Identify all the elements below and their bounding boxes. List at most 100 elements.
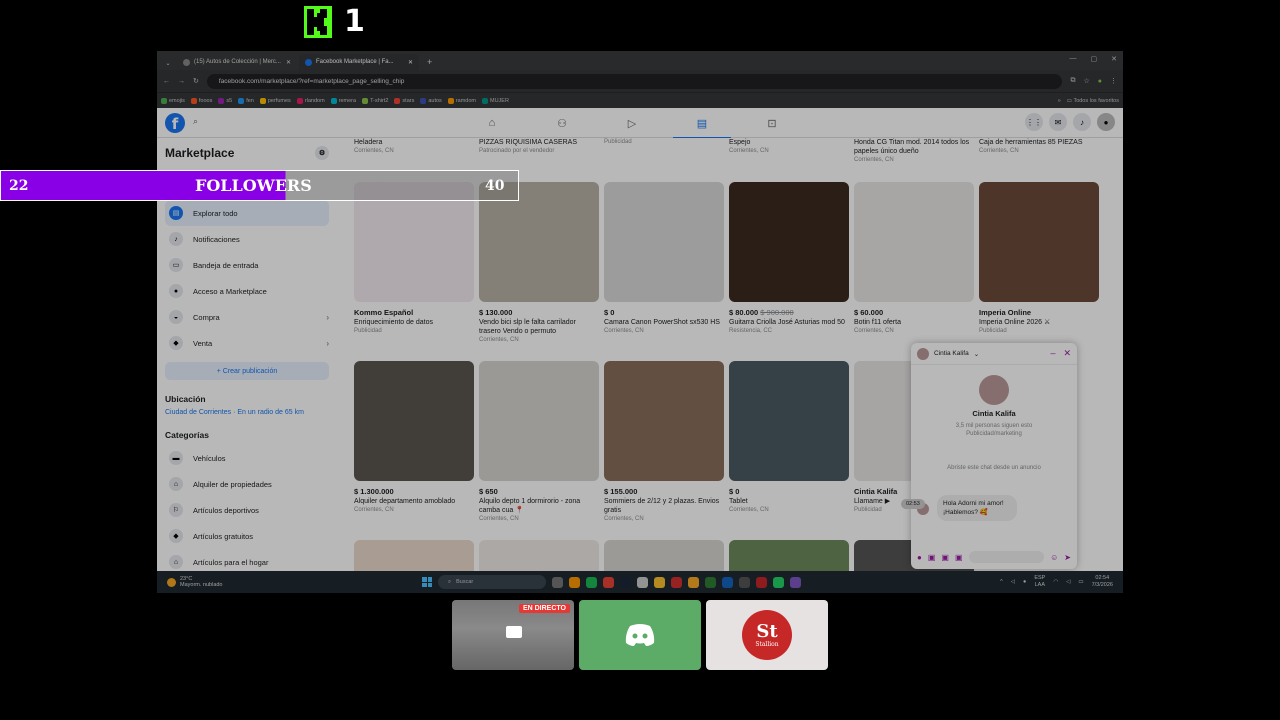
bookmark-item[interactable]: emojis [161,97,185,104]
image-icon[interactable]: ▣ [928,553,936,562]
minimize-icon[interactable]: — [1070,55,1077,63]
word-icon[interactable] [722,576,733,588]
listing-image[interactable] [729,540,849,571]
listing-image[interactable] [604,182,724,302]
search-icon[interactable]: ⌕ [193,116,207,130]
extension-icon[interactable]: ● [1098,78,1102,85]
tab-autos[interactable]: (15) Autos de Colección | Merc... ✕ [177,54,297,70]
app-icon[interactable] [739,576,750,588]
chevron-down-icon[interactable]: ⌄ [974,350,979,358]
back-icon[interactable]: ← [163,78,170,85]
notifications-icon[interactable]: ♪ [1073,113,1091,131]
chat-name[interactable]: Cintia Kalifa [934,350,969,357]
listing-card[interactable]: $ 0 Tablet Corrientes, CN [729,361,849,523]
facebook-logo[interactable]: f [165,112,185,133]
speaker-icon[interactable]: ◁ [1011,579,1015,586]
listing-card[interactable]: $ 0 Camara Canon PowerShot sx530 HS Corrie… [604,182,724,344]
menu-icon[interactable]: ⋮ [1110,77,1117,85]
listing-card-partial[interactable]: Publicidad [604,138,724,164]
mic-icon[interactable]: ● [1023,579,1026,586]
chevron-up-icon[interactable]: ^ [1000,579,1003,586]
gaming-icon[interactable]: ⊡ [737,108,807,138]
location-link[interactable]: Ciudad de Corrientes · En un radio de 65… [165,409,329,416]
marketplace-icon[interactable]: ▤ [667,108,737,139]
close-icon[interactable]: ✕ [408,59,413,66]
listing-card-partial[interactable]: Espejo Corrientes, CN [729,138,849,164]
settings-icon[interactable]: ⚙ [315,146,329,160]
taskbar-search[interactable]: ⌕ Buscar [438,575,546,589]
sidebar-item-inbox[interactable]: ▭ Bandeja de entrada [165,252,329,278]
steam-icon[interactable] [620,576,631,588]
listing-card-partial[interactable]: Caja de herramientas 85 PIEZAS Corrientes… [979,138,1099,164]
minimize-chat-icon[interactable]: – [1050,348,1055,359]
app-icon[interactable] [671,576,682,588]
language-indicator[interactable]: ESP LAA [1034,575,1045,589]
listing-card[interactable]: Kommo Español Enriquecimiento de datos Pub… [354,182,474,344]
reload-icon[interactable]: ↻ [193,77,199,85]
battery-icon[interactable]: ▭ [1078,579,1083,586]
category-free[interactable]: ◆ Artículos gratuitos [165,523,329,549]
stallion-tile[interactable]: St Stallion [706,600,828,670]
opera-icon[interactable] [756,576,767,588]
listing-card[interactable]: $ 1.300.000 Alquiler departamento amoblad… [354,361,474,523]
gif-icon[interactable]: ▣ [955,553,963,562]
bookmark-item[interactable]: remera [330,97,356,104]
create-listing-button[interactable]: + Crear publicación [165,362,329,380]
forward-icon[interactable]: → [178,78,185,85]
listing-card-partial[interactable]: Heladera Corrientes, CN [354,138,474,164]
video-icon[interactable]: ▷ [597,108,667,138]
message-input[interactable] [968,551,1045,563]
listing-image[interactable] [479,540,599,571]
listing-image[interactable] [729,361,849,481]
bookmark-item[interactable]: autos [420,97,442,104]
sidebar-item-explore[interactable]: ▤ Explorar todo [165,200,329,226]
listing-image[interactable] [604,361,724,481]
spotify-icon[interactable] [586,576,597,588]
listing-card[interactable]: $ 60.000 Botin f11 oferta Corrientes, CN [854,182,974,344]
listing-card[interactable]: $ 80.000 $ 900.000 Guitarra Criolla José … [729,182,849,344]
bookmark-item[interactable]: MUJER [481,97,509,104]
bookmark-item[interactable]: s5 [218,97,232,104]
volume-icon[interactable]: ◁ [1066,579,1070,586]
listing-card[interactable]: $ 155.000 Sommiers de 2/12 y 2 plazas. En… [604,361,724,523]
listing-card[interactable]: $ 130.000 Vendo bici slp le falta carrila… [479,182,599,344]
task-view-icon[interactable] [552,576,563,588]
listing-image[interactable] [854,182,974,302]
send-icon[interactable]: ➤ [1064,553,1071,562]
star-icon[interactable]: ☆ [1083,77,1089,85]
bookmarks-more[interactable]: » [1058,98,1061,104]
bookmark-item[interactable]: ramdom [447,97,476,104]
explorer-icon[interactable] [688,576,699,588]
emoji-icon[interactable]: ☺ [1050,553,1058,562]
clock[interactable]: 02:54 7/3/2026 [1092,575,1113,589]
bookmark-item[interactable]: fen [238,97,254,104]
listing-card-partial[interactable]: PIZZAS RIQUISIMA CASERAS Patrocinado por … [479,138,599,164]
sidebar-item-notifications[interactable]: ♪ Notificaciones [165,226,329,252]
bookmark-item[interactable]: fooos [190,97,212,104]
url-field[interactable]: facebook.com/marketplace/?ref=marketplac… [206,73,1063,89]
mic-icon[interactable]: ● [917,553,922,562]
new-tab-button[interactable]: + [427,57,432,67]
sidebar-item-buy[interactable]: ◒ Compra › [165,304,329,330]
listing-image[interactable] [604,540,724,571]
live-stream-tile[interactable]: EN DIRECTO [452,600,574,670]
apps-menu-icon[interactable]: ⋮⋮ [1025,113,1043,131]
bookmark-item[interactable]: perfumes [259,97,291,104]
chrome-icon[interactable] [603,576,614,588]
all-bookmarks[interactable]: ▭ Todos los favoritos [1067,98,1119,104]
maximize-icon[interactable]: ▢ [1091,55,1098,63]
sidebar-item-access[interactable]: ● Acceso a Marketplace [165,278,329,304]
close-window-icon[interactable]: ✕ [1111,55,1117,63]
install-icon[interactable]: ⧉ [1070,77,1075,85]
sticker-icon[interactable]: ▣ [941,553,949,562]
wifi-icon[interactable]: ◠ [1053,579,1058,586]
avatar[interactable]: ● [1097,113,1115,131]
listing-image[interactable] [354,540,474,571]
listing-image[interactable] [479,361,599,481]
friends-icon[interactable]: ⚇ [527,108,597,138]
listing-card[interactable]: Imperia Online Imperia Online 2026 ⚔ Publi… [979,182,1099,344]
start-icon[interactable] [422,577,432,587]
category-rentals[interactable]: ⌂ Alquiler de propiedades [165,471,329,497]
tab-marketplace[interactable]: Facebook Marketplace | Fa... ✕ [299,54,419,70]
bookmark-item[interactable]: stars [394,97,414,104]
